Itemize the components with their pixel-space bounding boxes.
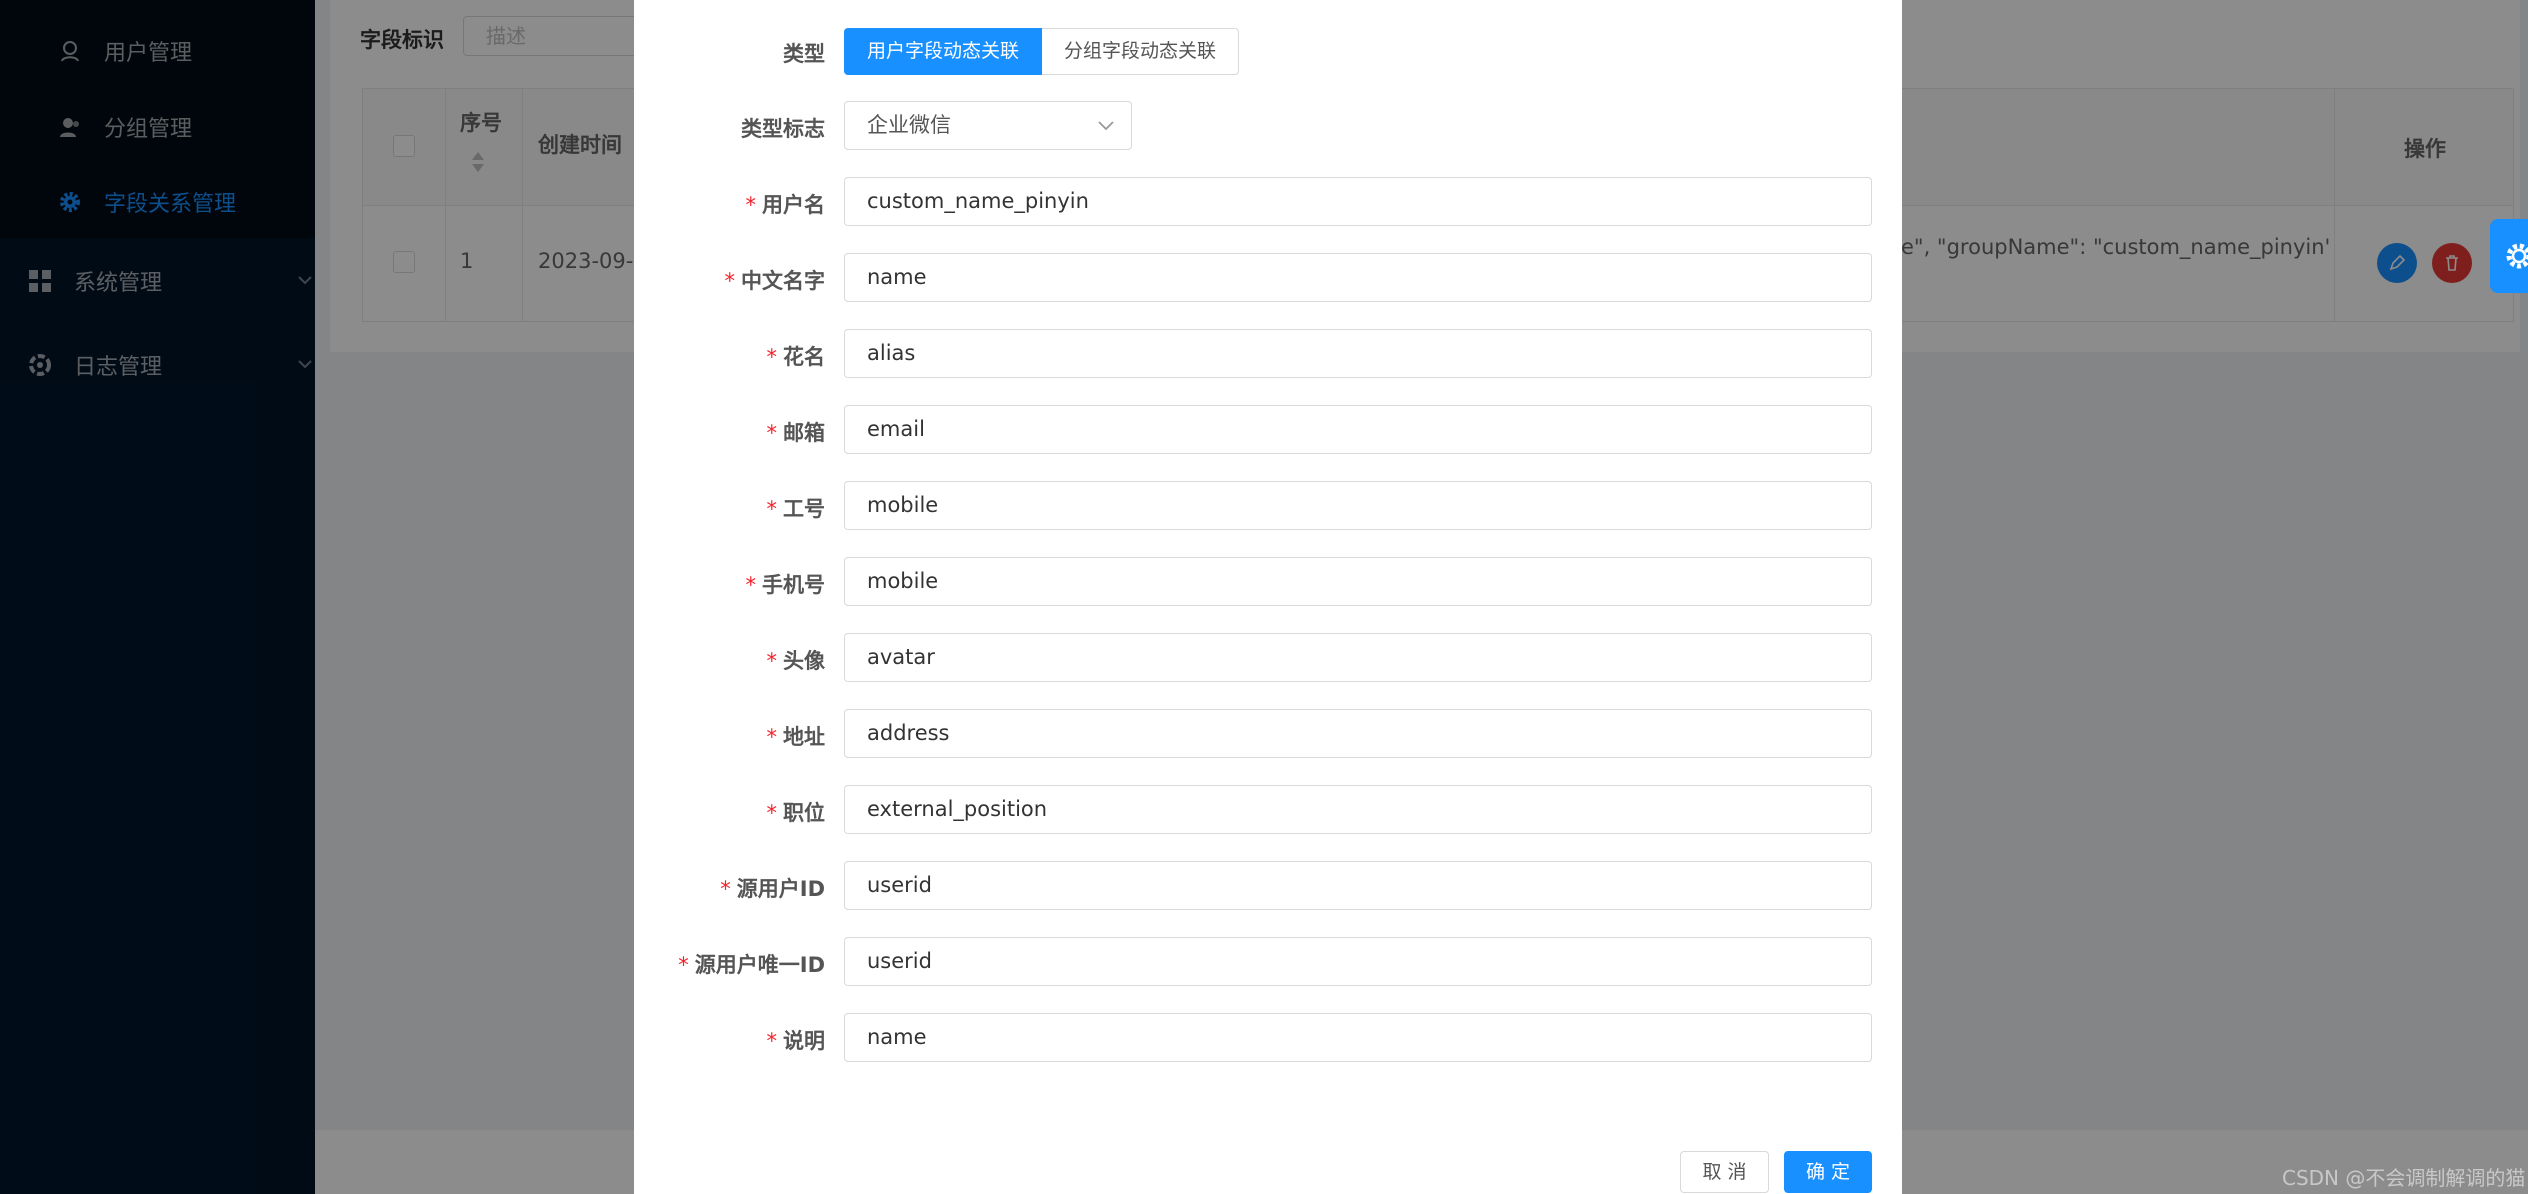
field-label-position: * 职位: [0, 797, 826, 827]
field-label-alias: * 花名: [0, 341, 826, 371]
field-label-text: 花名: [783, 345, 825, 369]
field-label-text: 头像: [783, 649, 825, 673]
field-label-email: * 邮箱: [0, 417, 826, 447]
field-label-text: 中文名字: [741, 269, 825, 293]
source-unique-id-input[interactable]: userid: [844, 937, 1872, 986]
type-radio-group[interactable]: 用户字段动态关联 分组字段动态关联: [844, 28, 1240, 75]
position-input[interactable]: external_position: [844, 785, 1872, 834]
address-input[interactable]: address: [844, 709, 1872, 758]
description-input[interactable]: name: [844, 1013, 1872, 1062]
required-mark: *: [766, 1029, 778, 1053]
field-label-text: 地址: [783, 725, 825, 749]
mobile-input[interactable]: mobile: [844, 557, 1872, 606]
field-label-source-user-id: * 源用户ID: [0, 873, 825, 903]
type-label-text: 类型: [783, 42, 825, 66]
field-label-mobile: * 手机号: [0, 569, 826, 599]
type-option-user[interactable]: 用户字段动态关联: [844, 28, 1043, 75]
field-label-text: 工号: [783, 497, 825, 521]
required-mark: *: [720, 877, 731, 901]
confirm-button[interactable]: 确 定: [1784, 1151, 1872, 1193]
type-option-group[interactable]: 分组字段动态关联: [1042, 28, 1240, 75]
field-label-text: 用户名: [762, 193, 825, 217]
required-mark: *: [766, 497, 778, 521]
field-label-text: 源用户唯一ID: [694, 953, 825, 977]
username-input[interactable]: custom_name_pinyin: [844, 177, 1872, 226]
field-label-employee-id: * 工号: [0, 493, 826, 523]
type-label: 类型: [0, 38, 825, 68]
required-mark: *: [766, 649, 778, 673]
required-mark: *: [745, 193, 757, 217]
field-label-address: * 地址: [0, 721, 826, 751]
required-mark: *: [678, 953, 689, 977]
source-user-id-input[interactable]: userid: [844, 861, 1872, 910]
field-label-source-unique-id: * 源用户唯一ID: [0, 949, 825, 979]
email-input[interactable]: email: [844, 405, 1872, 454]
required-mark: *: [724, 269, 736, 293]
chinese-name-input[interactable]: name: [844, 253, 1872, 302]
flag-select-value: 企业微信: [867, 113, 951, 137]
field-label-avatar: * 头像: [0, 645, 826, 675]
required-mark: *: [766, 345, 778, 369]
field-label-text: 手机号: [762, 573, 825, 597]
field-label-chinese-name: * 中文名字: [0, 265, 826, 295]
flag-label-text: 类型标志: [741, 117, 825, 141]
field-label-text: 职位: [783, 801, 825, 825]
chevron-down-icon: [1098, 121, 1114, 131]
alias-input[interactable]: alias: [844, 329, 1872, 378]
flag-label: 类型标志: [0, 113, 825, 143]
watermark: CSDN @不会调制解调的猫: [2282, 1166, 2526, 1190]
field-label-text: 源用户ID: [736, 877, 825, 901]
settings-drawer-handle[interactable]: [2490, 219, 2528, 293]
cancel-button[interactable]: 取 消: [1680, 1151, 1769, 1193]
field-label-username: * 用户名: [0, 189, 826, 219]
employee-id-input[interactable]: mobile: [844, 481, 1872, 530]
required-mark: *: [766, 421, 778, 445]
required-mark: *: [745, 573, 757, 597]
flag-select[interactable]: 企业微信: [844, 101, 1132, 150]
field-label-text: 说明: [783, 1029, 825, 1053]
setting-icon: [2506, 243, 2528, 269]
required-mark: *: [766, 801, 778, 825]
required-mark: *: [766, 725, 778, 749]
field-label-description: * 说明: [0, 1025, 826, 1055]
field-label-text: 邮箱: [783, 421, 825, 445]
avatar-input[interactable]: avatar: [844, 633, 1872, 682]
